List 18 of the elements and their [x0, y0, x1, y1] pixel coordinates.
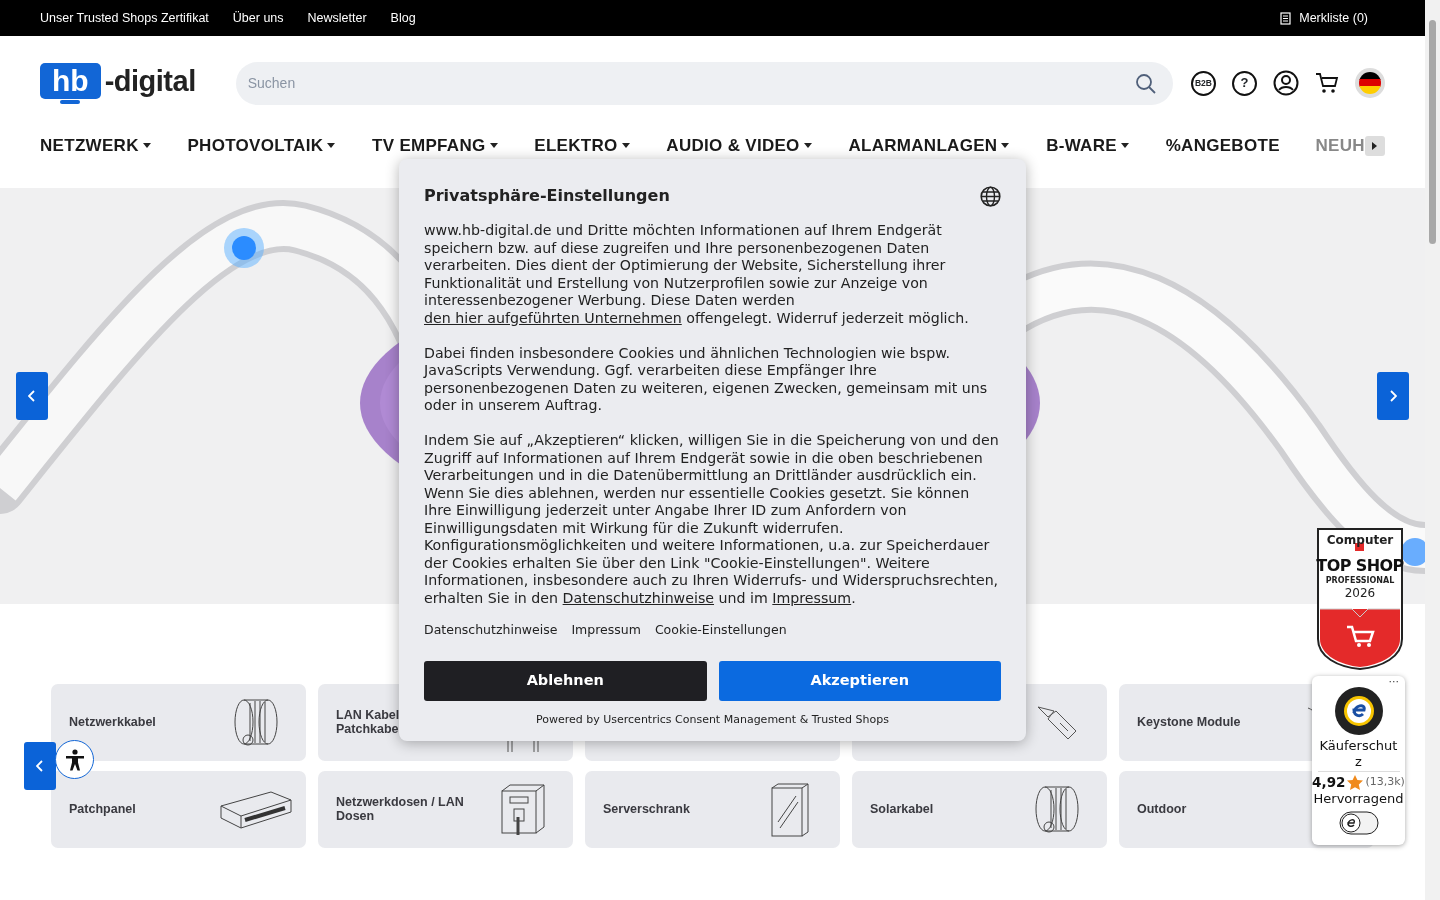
award-year: 2026: [1343, 587, 1377, 599]
trust-title: Käuferschutz: [1317, 738, 1400, 773]
category-label: Solarkabel: [870, 802, 934, 817]
powered-by-text: Powered by Usercentrics Consent Management & Trusted Shops: [535, 712, 890, 729]
category-label: Netzwerkkabel: [69, 715, 156, 730]
rating-value: 4,92: [1312, 773, 1346, 793]
award-subtitle: PROFESSIONAL: [1324, 577, 1396, 585]
category-label: Keystone Module: [1137, 715, 1241, 730]
category-label: Outdoor: [1137, 802, 1187, 817]
category-label: Patchpanel: [69, 802, 136, 817]
dialog-paragraph: Indem Sie auf „Akzeptieren“ klicken, willigen Sie in die Speicherung von und den Zugriff auf Informationen auf Ihrem Endgerät sowie in die oben beschriebenen Verarbeitungen und in die Datenübermittlung an Drittländer ausdrücklich ein. Wenn Sie dies ablehnen, werden nur essentielle Cookies gesetzt. Sie können Ihre Einwilligung jederzeit unter Angabe Ihrer ID zum Anfordern von Einwilligungsdaten mit Wirkung für die Zukunft widerrufen. Konfigurationsmöglichkeiten und weitere Informationen, u.a. zur Speicherdauer der Cookies erhalten Sie über den Link "Cookie-Einstellungen". Weitere Informationen, insbesondere auch zu Ihren Widerrufs- und Widerspruchsrechten, erhalten Sie in den Datenschutzhinweise und im Impressum.: [424, 432, 1000, 607]
category-label: Serverschrank: [603, 802, 690, 817]
brand-text: Computer: [1325, 534, 1395, 546]
category-label: LAN Kabel Patchkabe: [336, 708, 400, 737]
dialog-paragraph: Dabei finden insbesondere Cookies und ähnlichen Technologien wie bspw. JavaScripts Verwendung. Ggf. verarbeiten diese Empfänger Ihre personenbezogenen Daten zu weiteren, eigenen Zwecken, gemeinsam mit uns oder in unserem Auftrag.: [424, 344, 989, 415]
dialog-title: Privatsphäre-Einstellungen: [424, 185, 670, 207]
category-label: Netzwerkdosen / LAN Dosen: [336, 795, 465, 824]
dialog-paragraph: www.hb-digital.de und Dritte möchten Informationen auf Ihrem Endgerät speichern bzw. auf diese zugreifen und Ihre personenbezogenen Daten verarbeiten. Dies dient der Optimierung der Website, Sicherstellung ihrer Funktionalität und Erstellung von Nutzerprofilen sowie zur Anzeige von interessenbezogener Werbung. Diese Daten werden den hier aufgeführten Unternehmen offengelegt. Widerruf jederzeit möglich.: [424, 222, 970, 327]
